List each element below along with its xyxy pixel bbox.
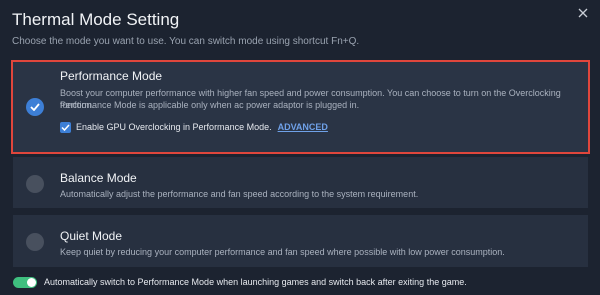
toggle-knob <box>27 277 36 287</box>
balance-mode-title: Balance Mode <box>60 171 137 185</box>
close-icon[interactable] <box>576 6 590 20</box>
page-title: Thermal Mode Setting <box>12 10 180 29</box>
auto-switch-row: Automatically switch to Performance Mode… <box>13 276 467 288</box>
gpu-overclock-checkbox[interactable] <box>60 121 71 133</box>
auto-switch-label: Automatically switch to Performance Mode… <box>44 277 467 287</box>
quiet-mode-card[interactable]: Quiet Mode Keep quiet by reducing your c… <box>13 215 588 267</box>
checkmark-icon <box>61 123 70 131</box>
performance-mode-card[interactable]: Performance Mode Boost your computer per… <box>11 60 590 154</box>
performance-mode-radio[interactable] <box>26 98 44 116</box>
gpu-overclock-label: Enable GPU Overclocking in Performance M… <box>76 122 272 132</box>
page-subtitle: Choose the mode you want to use. You can… <box>12 36 360 47</box>
performance-mode-title: Performance Mode <box>60 69 163 83</box>
quiet-mode-radio[interactable] <box>26 233 44 251</box>
gpu-overclock-row: Enable GPU Overclocking in Performance M… <box>60 120 328 134</box>
auto-switch-toggle[interactable] <box>13 276 37 288</box>
balance-mode-description: Automatically adjust the performance and… <box>60 189 419 199</box>
balance-mode-radio[interactable] <box>26 175 44 193</box>
checkmark-icon <box>30 103 40 111</box>
balance-mode-card[interactable]: Balance Mode Automatically adjust the pe… <box>13 157 588 208</box>
performance-mode-description-line2: Performance Mode is applicable only when… <box>60 100 360 110</box>
quiet-mode-title: Quiet Mode <box>60 229 123 243</box>
advanced-link[interactable]: ADVANCED <box>278 122 328 132</box>
quiet-mode-description: Keep quiet by reducing your computer per… <box>60 247 505 257</box>
